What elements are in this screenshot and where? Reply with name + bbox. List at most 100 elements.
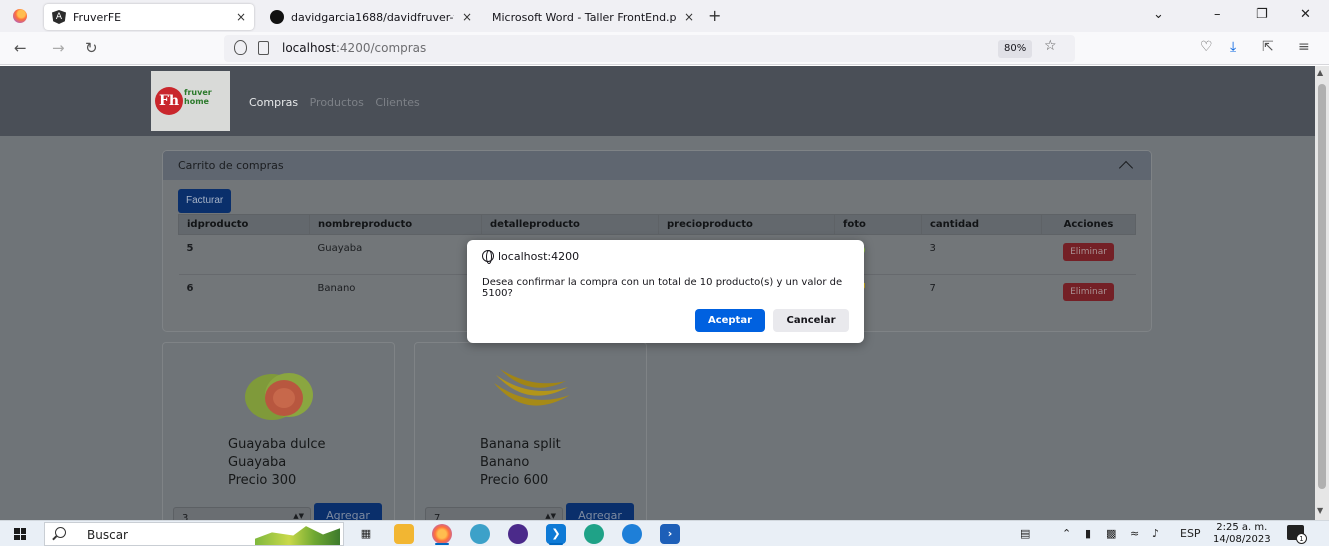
nav-productos[interactable]: Productos [310, 96, 364, 109]
firefox-taskbar-icon[interactable] [432, 524, 452, 544]
github-icon [270, 10, 284, 24]
tab-title: davidgarcia1688/davidfruver-fe [291, 10, 454, 24]
share-icon[interactable]: ⇱ [1262, 39, 1274, 55]
scroll-up-icon[interactable]: ▲ [1317, 68, 1323, 77]
facturar-button[interactable]: Facturar [178, 189, 232, 213]
battery-icon[interactable]: ▮ [1085, 527, 1091, 540]
url-bar[interactable]: localhost:4200/compras 80% ☆ [224, 35, 1075, 62]
clock-date: 14/08/2023 [1213, 534, 1271, 545]
eclipse-icon[interactable] [508, 524, 528, 544]
close-icon[interactable]: × [684, 10, 694, 24]
taskbar-search-input[interactable]: Buscar [44, 522, 344, 546]
eliminar-button[interactable]: Eliminar [1063, 283, 1114, 301]
brand-logo[interactable]: Fh fruver home [151, 71, 230, 131]
volume-icon[interactable]: ♪ [1152, 527, 1159, 540]
tab-github[interactable]: davidgarcia1688/davidfruver-fe × [262, 4, 480, 30]
brand-initials: Fh [155, 87, 183, 115]
agregar-button[interactable]: Agregar [314, 503, 382, 520]
cart-accordion-header[interactable]: Carrito de compras [163, 151, 1151, 180]
task-view-icon[interactable]: ▦ [356, 524, 376, 544]
scroll-down-icon[interactable]: ▼ [1317, 506, 1323, 515]
page-icon[interactable] [258, 41, 269, 55]
col-precioproducto: precioproducto [658, 214, 835, 235]
globe-icon [482, 250, 494, 264]
spinner-icon[interactable]: ▲▼ [545, 512, 556, 520]
vscode-icon[interactable]: ❯ [546, 524, 566, 544]
network-icon[interactable]: ▩ [1106, 527, 1116, 540]
chevron-up-icon[interactable]: ⌃ [1062, 527, 1071, 540]
quantity-input[interactable]: 3 ▲▼ [173, 507, 311, 520]
angular-icon: A [52, 10, 66, 24]
close-icon[interactable]: × [236, 10, 246, 24]
firefox-icon[interactable] [13, 9, 27, 23]
aceptar-button[interactable]: Aceptar [695, 309, 765, 332]
window-close-icon[interactable]: ✕ [1300, 7, 1311, 22]
file-explorer-icon[interactable] [394, 524, 414, 544]
eliminar-button[interactable]: Eliminar [1063, 243, 1114, 261]
clock-time: 2:25 a. m. [1216, 522, 1268, 533]
list-tabs-icon[interactable]: ⌄ [1153, 7, 1164, 22]
shield-icon[interactable] [234, 40, 247, 55]
reload-icon[interactable]: ↻ [85, 39, 98, 57]
restore-icon[interactable]: ❐ [1256, 7, 1268, 22]
cart-title: Carrito de compras [178, 159, 284, 172]
quantity-input[interactable]: 7 ▲▼ [425, 507, 563, 520]
edge-icon[interactable] [584, 524, 604, 544]
forward-icon[interactable]: → [52, 39, 65, 57]
browser-app-icon[interactable] [622, 524, 642, 544]
cell-acciones: Eliminar [1041, 234, 1136, 275]
chrome-like-icon[interactable] [470, 524, 490, 544]
product-name: Guayaba [228, 455, 287, 470]
bookmark-star-icon[interactable]: ☆ [1044, 38, 1057, 54]
new-tab-button[interactable]: + [708, 6, 721, 25]
wifi-icon[interactable]: ≈ [1130, 527, 1139, 540]
scroll-thumb[interactable] [1318, 84, 1326, 489]
page-scrollbar[interactable]: ▲ ▼ [1315, 66, 1329, 520]
brand-name: fruver home [184, 88, 212, 106]
col-idproducto: idproducto [178, 214, 310, 235]
app-tray-icon[interactable]: ▤ [1020, 527, 1030, 540]
cancelar-button[interactable]: Cancelar [773, 309, 849, 332]
product-info: Banana split Banano Precio 600 [480, 436, 561, 490]
cell-idproducto: 5 [178, 234, 310, 275]
powershell-icon[interactable]: › [660, 524, 680, 544]
dialog-origin: localhost:4200 [498, 250, 580, 263]
system-clock[interactable]: 2:25 a. m. 14/08/2023 [1213, 522, 1271, 546]
col-acciones: Acciones [1041, 214, 1136, 235]
search-placeholder: Buscar [87, 528, 128, 542]
product-card: Banana split Banano Precio 600 7 ▲▼ Agre… [414, 342, 647, 520]
back-icon[interactable]: ← [14, 39, 27, 57]
cell-cantidad: 7 [921, 274, 1042, 315]
nav-clientes[interactable]: Clientes [375, 96, 419, 109]
product-price: Precio 300 [228, 473, 297, 488]
table-header-row: idproducto nombreproducto detalleproduct… [178, 214, 1136, 235]
menu-icon[interactable]: ≡ [1298, 39, 1310, 55]
browser-tab-strip: A FruverFE × davidgarcia1688/davidfruver… [0, 0, 1329, 32]
product-card: Guayaba dulce Guayaba Precio 300 3 ▲▼ Ag… [162, 342, 395, 520]
main-nav: Compras Productos Clientes [249, 96, 428, 109]
language-indicator[interactable]: ESP [1180, 527, 1201, 540]
search-icon [55, 527, 66, 538]
url-text[interactable]: localhost:4200/compras [282, 41, 426, 55]
chevron-up-icon[interactable] [1118, 160, 1134, 176]
tab-fruverfe[interactable]: A FruverFE × [44, 4, 254, 30]
pocket-icon[interactable]: ♡ [1200, 39, 1213, 55]
nav-compras[interactable]: Compras [249, 96, 298, 109]
cell-nombreproducto: Banano [309, 274, 482, 315]
product-title: Guayaba dulce [228, 437, 326, 452]
zoom-level-badge[interactable]: 80% [998, 40, 1033, 58]
app-header: Fh fruver home Compras Productos Cliente… [0, 66, 1315, 136]
col-nombreproducto: nombreproducto [309, 214, 482, 235]
tab-title: Microsoft Word - Taller FrontEnd.pd [492, 10, 676, 24]
minimize-icon[interactable]: – [1214, 7, 1221, 22]
downloads-icon[interactable]: ⤓ [1230, 39, 1236, 55]
tab-word-pdf[interactable]: Microsoft Word - Taller FrontEnd.pd × [484, 4, 702, 30]
close-icon[interactable]: × [462, 10, 472, 24]
product-name: Banano [480, 455, 530, 470]
windows-start-icon[interactable] [14, 528, 26, 540]
spinner-icon[interactable]: ▲▼ [293, 512, 304, 520]
agregar-button[interactable]: Agregar [566, 503, 634, 520]
product-title: Banana split [480, 437, 561, 452]
col-foto: foto [834, 214, 922, 235]
product-info: Guayaba dulce Guayaba Precio 300 [228, 436, 326, 490]
